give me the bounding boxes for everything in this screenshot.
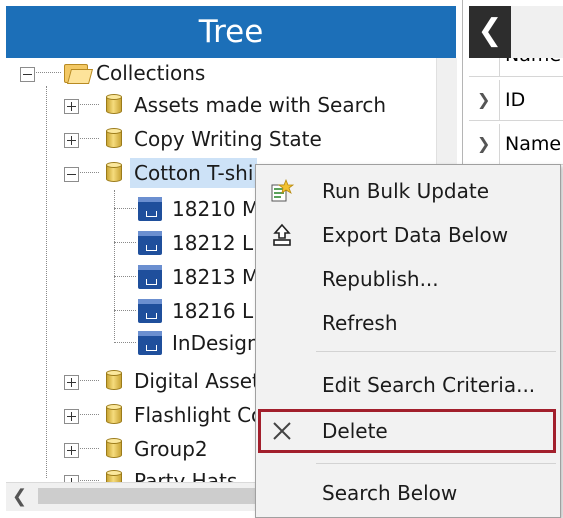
asset-file-icon — [138, 265, 162, 289]
menu-item-label: Edit Search Criteria... — [322, 373, 536, 397]
details-row-name[interactable]: ❯ Name — [469, 124, 563, 165]
menu-item-label: Delete — [322, 419, 388, 443]
menu-item-label: Search Below — [322, 481, 458, 505]
details-row-label: ID — [505, 89, 526, 111]
menu-item-label: Refresh — [322, 311, 398, 335]
menu-item-export-data-below[interactable]: Export Data Below — [258, 213, 556, 257]
context-menu: Run Bulk Update Export Data Below Republ… — [255, 164, 561, 518]
collection-db-icon — [106, 162, 122, 184]
tree-node-collections[interactable]: Collections — [6, 58, 436, 88]
details-row-id[interactable]: ❯ ID — [469, 80, 563, 121]
tree-node-label: 18210 M — [172, 197, 260, 221]
export-icon — [270, 223, 294, 247]
collection-db-icon — [106, 470, 122, 482]
tree-node-collection[interactable]: Assets made with Search — [6, 90, 436, 120]
menu-item-edit-search-criteria[interactable]: Edit Search Criteria... — [258, 363, 556, 407]
menu-item-label: Run Bulk Update — [322, 179, 490, 203]
details-panel-header: ❮ — [469, 6, 563, 58]
tree-node-label: 18216 L — [172, 299, 254, 323]
tree-node-label: Group2 — [134, 437, 208, 461]
collapse-toggle[interactable] — [20, 67, 35, 82]
menu-item-label: Republish... — [322, 267, 439, 291]
details-row-label: Name — [505, 133, 562, 155]
tree-node-label: Party Hats — [134, 469, 238, 482]
expand-toggle[interactable] — [64, 475, 79, 482]
collection-db-icon — [106, 94, 122, 116]
tree-node-label: Flashlight Co — [134, 403, 264, 427]
asset-file-icon — [138, 231, 162, 255]
expand-toggle[interactable] — [64, 409, 79, 424]
asset-file-icon — [138, 299, 162, 323]
bulk-update-icon — [270, 178, 295, 203]
scrollbar-thumb[interactable] — [38, 488, 278, 504]
tree-node-label: Cotton T-shi — [130, 158, 258, 188]
collection-db-icon — [106, 128, 122, 150]
details-row-partial: Name — [469, 58, 563, 77]
collapse-toggle[interactable] — [64, 167, 79, 182]
asset-file-icon — [138, 197, 162, 221]
delete-icon — [270, 419, 294, 443]
row-expand-arrow-icon[interactable]: ❯ — [477, 80, 490, 120]
details-row-label: Name — [505, 58, 561, 66]
expand-toggle[interactable] — [64, 375, 79, 390]
menu-separator — [316, 463, 556, 464]
menu-item-republish[interactable]: Republish... — [258, 257, 556, 301]
menu-item-search-below[interactable]: Search Below — [258, 471, 556, 515]
tree-node-label: 18213 M — [172, 265, 260, 289]
menu-item-delete[interactable]: Delete — [258, 409, 556, 453]
collections-folder-icon — [64, 61, 94, 84]
tree-node-label: InDesign — [172, 331, 260, 355]
menu-item-label: Export Data Below — [322, 223, 509, 247]
tree-node-collection[interactable]: Copy Writing State — [6, 124, 436, 154]
collection-db-icon — [106, 438, 122, 460]
tree-node-label: Digital Asset — [134, 369, 260, 393]
collection-db-icon — [106, 404, 122, 426]
tree-node-label: Copy Writing State — [134, 127, 322, 151]
menu-item-refresh[interactable]: Refresh — [258, 301, 556, 345]
tree-node-label: Assets made with Search — [134, 93, 387, 117]
asset-file-icon — [138, 331, 162, 355]
row-expand-arrow-icon[interactable]: ❯ — [477, 124, 490, 164]
scroll-left-arrow-icon[interactable]: ❮ — [12, 486, 27, 507]
tree-node-label: Collections — [96, 61, 206, 85]
menu-separator — [316, 351, 556, 352]
expand-toggle[interactable] — [64, 443, 79, 458]
collection-db-icon — [106, 370, 122, 392]
tree-node-label: 18212 L — [172, 231, 254, 255]
menu-item-run-bulk-update[interactable]: Run Bulk Update — [258, 169, 556, 213]
back-arrow-icon[interactable]: ❮ — [469, 6, 511, 58]
tree-panel-title: Tree — [6, 6, 456, 58]
expand-toggle[interactable] — [64, 133, 79, 148]
expand-toggle[interactable] — [64, 99, 79, 114]
